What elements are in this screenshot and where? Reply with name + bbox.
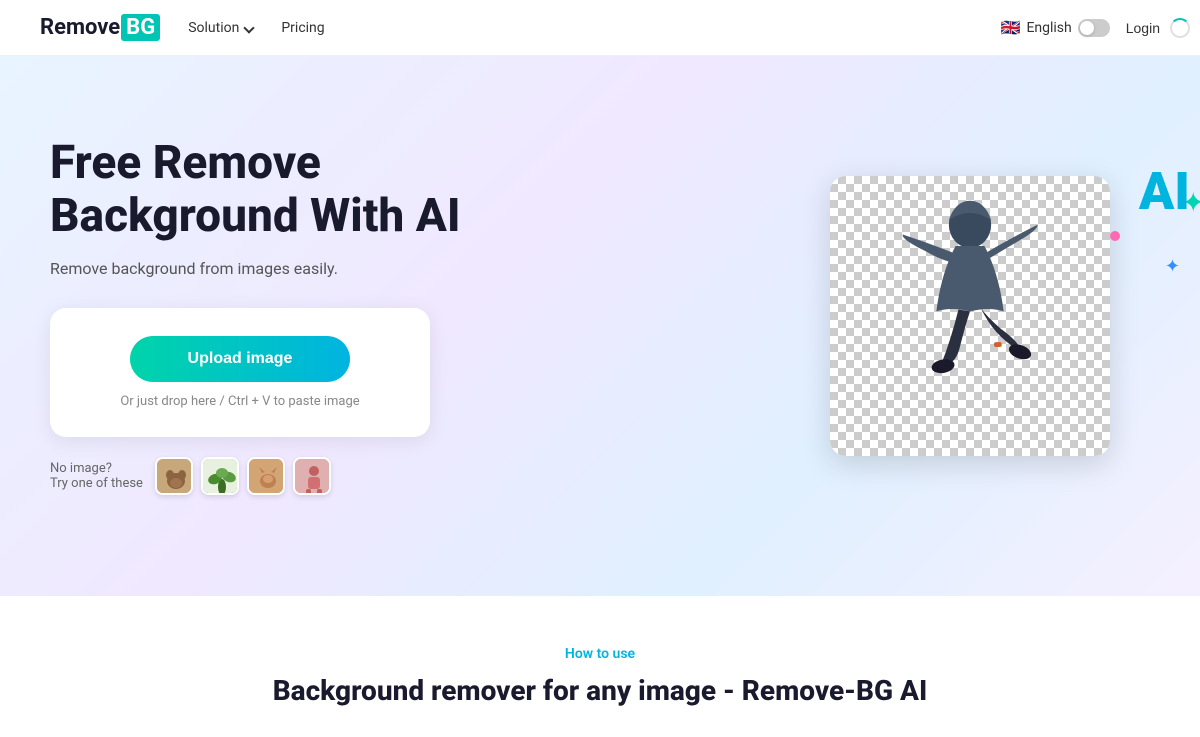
sample-section: No image? Try one of these <box>50 457 530 495</box>
how-to-use-label: How to use <box>40 646 1160 662</box>
sample-thumb-dog[interactable] <box>155 457 193 495</box>
navbar-left: RemoveBG Solution Pricing <box>40 14 325 41</box>
solution-label: Solution <box>188 20 239 36</box>
no-image-label: No image? Try one of these <box>50 461 143 491</box>
language-label: English <box>1026 20 1071 36</box>
sample-thumb-person[interactable] <box>293 457 331 495</box>
ai-label: AI <box>1139 166 1190 218</box>
hero-title-line1: Free Remove <box>50 136 321 190</box>
no-image-text: No image? <box>50 461 112 476</box>
pricing-label: Pricing <box>281 20 324 36</box>
language-selector[interactable]: 🇬🇧 English <box>1001 18 1110 37</box>
bottom-section: How to use Background remover for any im… <box>0 596 1200 737</box>
sample-thumb-plant[interactable] <box>201 457 239 495</box>
upload-box: Upload image Or just drop here / Ctrl + … <box>50 308 430 437</box>
person-figure <box>870 196 1070 446</box>
login-button[interactable]: Login <box>1126 20 1160 36</box>
hero-title-line2: Background With AI <box>50 189 461 243</box>
hero-image <box>830 176 1110 456</box>
hero-content: Free Remove Background With AI Remove ba… <box>50 137 1150 495</box>
upload-button[interactable]: Upload image <box>130 336 350 382</box>
logo-remove-text: Remove <box>40 15 120 40</box>
navbar-right: 🇬🇧 English Login <box>1001 18 1160 37</box>
toggle-knob <box>1080 21 1094 35</box>
logo-bg-text: BG <box>121 14 160 41</box>
solution-nav-link[interactable]: Solution <box>188 20 253 36</box>
loading-spinner-icon <box>1170 18 1190 38</box>
sample-thumb-cat[interactable] <box>247 457 285 495</box>
hero-title: Free Remove Background With AI <box>50 137 530 243</box>
navbar: RemoveBG Solution Pricing 🇬🇧 English Log… <box>0 0 1200 56</box>
pricing-nav-link[interactable]: Pricing <box>281 20 324 36</box>
sparkle-small-icon: ✦ <box>1165 256 1180 277</box>
hero-text-block: Free Remove Background With AI Remove ba… <box>50 137 530 495</box>
hero-subtitle: Remove background from images easily. <box>50 259 530 278</box>
language-toggle-switch[interactable] <box>1078 19 1110 37</box>
flag-icon: 🇬🇧 <box>1001 18 1021 37</box>
pink-dot-decoration <box>1110 231 1120 241</box>
logo[interactable]: RemoveBG <box>40 14 160 41</box>
try-label-text: Try one of these <box>50 476 143 491</box>
hero-image-wrapper: AI ✦ ✦ <box>830 176 1150 456</box>
hero-section: Free Remove Background With AI Remove ba… <box>0 56 1200 596</box>
upload-hint: Or just drop here / Ctrl + V to paste im… <box>74 394 406 409</box>
bottom-title: Background remover for any image - Remov… <box>40 674 1160 707</box>
sample-image-list <box>155 457 331 495</box>
solution-chevron-icon <box>244 22 255 33</box>
